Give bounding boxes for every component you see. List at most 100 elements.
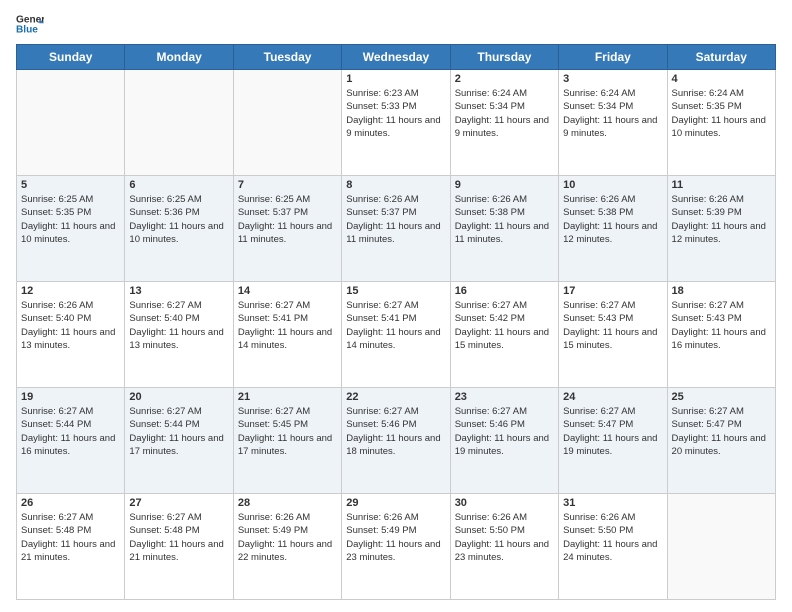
calendar-cell (233, 70, 341, 176)
day-info: Sunrise: 6:27 AMSunset: 5:48 PMDaylight:… (129, 511, 228, 564)
day-number: 17 (563, 285, 662, 297)
day-number: 6 (129, 179, 228, 191)
calendar-cell (667, 494, 775, 600)
day-info: Sunrise: 6:27 AMSunset: 5:46 PMDaylight:… (455, 405, 554, 458)
day-number: 20 (129, 391, 228, 403)
day-number: 10 (563, 179, 662, 191)
day-info: Sunrise: 6:26 AMSunset: 5:37 PMDaylight:… (346, 193, 445, 246)
day-info: Sunrise: 6:27 AMSunset: 5:43 PMDaylight:… (672, 299, 771, 352)
day-number: 31 (563, 497, 662, 509)
calendar-cell: 19Sunrise: 6:27 AMSunset: 5:44 PMDayligh… (17, 388, 125, 494)
day-info: Sunrise: 6:27 AMSunset: 5:43 PMDaylight:… (563, 299, 662, 352)
day-info: Sunrise: 6:27 AMSunset: 5:41 PMDaylight:… (238, 299, 337, 352)
day-info: Sunrise: 6:27 AMSunset: 5:45 PMDaylight:… (238, 405, 337, 458)
calendar-cell: 8 Sunrise: 6:26 AMSunset: 5:37 PMDaylight… (342, 176, 450, 282)
day-info: Sunrise: 6:26 AMSunset: 5:50 PMDaylight:… (455, 511, 554, 564)
day-info: Sunrise: 6:25 AMSunset: 5:35 PMDaylight:… (21, 193, 120, 246)
weekday-header-friday: Friday (559, 45, 667, 70)
day-info: Sunrise: 6:27 AMSunset: 5:41 PMDaylight:… (346, 299, 445, 352)
calendar-cell: 27 Sunrise: 6:27 AMSunset: 5:48 PMDayligh… (125, 494, 233, 600)
weekday-header-thursday: Thursday (450, 45, 558, 70)
page: General Blue SundayMondayTuesdayWednesda… (0, 0, 792, 612)
day-number: 1 (346, 73, 445, 85)
logo-icon: General Blue (16, 12, 44, 36)
day-number: 7 (238, 179, 337, 191)
calendar-cell: 12 Sunrise: 6:26 AMSunset: 5:40 PMDayligh… (17, 282, 125, 388)
day-info: Sunrise: 6:25 AMSunset: 5:36 PMDaylight:… (129, 193, 228, 246)
logo: General Blue (16, 12, 46, 36)
calendar-cell: 7 Sunrise: 6:25 AMSunset: 5:37 PMDaylight… (233, 176, 341, 282)
day-number: 15 (346, 285, 445, 297)
calendar-cell: 25 Sunrise: 6:27 AMSunset: 5:47 PMDayligh… (667, 388, 775, 494)
day-number: 12 (21, 285, 120, 297)
day-info: Sunrise: 6:27 AMSunset: 5:40 PMDaylight:… (129, 299, 228, 352)
day-number: 4 (672, 73, 771, 85)
day-info: Sunrise: 6:25 AMSunset: 5:37 PMDaylight:… (238, 193, 337, 246)
day-info: Sunrise: 6:27 AMSunset: 5:47 PMDaylight:… (563, 405, 662, 458)
calendar-week-5: 26 Sunrise: 6:27 AMSunset: 5:48 PMDayligh… (17, 494, 776, 600)
day-number: 16 (455, 285, 554, 297)
calendar-cell: 4 Sunrise: 6:24 AMSunset: 5:35 PMDaylight… (667, 70, 775, 176)
calendar-cell: 1 Sunrise: 6:23 AMSunset: 5:33 PMDaylight… (342, 70, 450, 176)
calendar-cell: 31 Sunrise: 6:26 AMSunset: 5:50 PMDayligh… (559, 494, 667, 600)
day-number: 9 (455, 179, 554, 191)
day-info: Sunrise: 6:27 AMSunset: 5:47 PMDaylight:… (672, 405, 771, 458)
day-number: 5 (21, 179, 120, 191)
weekday-header-sunday: Sunday (17, 45, 125, 70)
calendar-cell: 28 Sunrise: 6:26 AMSunset: 5:49 PMDayligh… (233, 494, 341, 600)
day-info: Sunrise: 6:27 AMSunset: 5:44 PMDaylight:… (129, 405, 228, 458)
day-number: 23 (455, 391, 554, 403)
weekday-header-row: SundayMondayTuesdayWednesdayThursdayFrid… (17, 45, 776, 70)
calendar-cell: 22Sunrise: 6:27 AMSunset: 5:46 PMDayligh… (342, 388, 450, 494)
day-number: 28 (238, 497, 337, 509)
calendar-cell: 9Sunrise: 6:26 AMSunset: 5:38 PMDaylight… (450, 176, 558, 282)
calendar-cell: 15 Sunrise: 6:27 AMSunset: 5:41 PMDayligh… (342, 282, 450, 388)
day-info: Sunrise: 6:24 AMSunset: 5:35 PMDaylight:… (672, 87, 771, 140)
weekday-header-saturday: Saturday (667, 45, 775, 70)
day-number: 18 (672, 285, 771, 297)
day-number: 11 (672, 179, 771, 191)
calendar-cell: 24 Sunrise: 6:27 AMSunset: 5:47 PMDayligh… (559, 388, 667, 494)
calendar-cell: 5 Sunrise: 6:25 AMSunset: 5:35 PMDaylight… (17, 176, 125, 282)
calendar-cell: 20 Sunrise: 6:27 AMSunset: 5:44 PMDayligh… (125, 388, 233, 494)
calendar-cell (17, 70, 125, 176)
day-info: Sunrise: 6:26 AMSunset: 5:40 PMDaylight:… (21, 299, 120, 352)
day-number: 24 (563, 391, 662, 403)
day-number: 3 (563, 73, 662, 85)
header: General Blue (16, 12, 776, 36)
day-number: 13 (129, 285, 228, 297)
calendar-week-4: 19 Sunrise: 6:27 AMSunset: 5:44 PMDayligh… (17, 388, 776, 494)
day-number: 27 (129, 497, 228, 509)
calendar-week-2: 5 Sunrise: 6:25 AMSunset: 5:35 PMDaylight… (17, 176, 776, 282)
day-info: Sunrise: 6:26 AMSunset: 5:50 PMDaylight:… (563, 511, 662, 564)
day-info: Sunrise: 6:26 AMSunset: 5:49 PMDaylight:… (346, 511, 445, 564)
calendar-cell: 29 Sunrise: 6:26 AMSunset: 5:49 PMDayligh… (342, 494, 450, 600)
calendar: SundayMondayTuesdayWednesdayThursdayFrid… (16, 44, 776, 600)
calendar-cell: 21 Sunrise: 6:27 AMSunset: 5:45 PMDayligh… (233, 388, 341, 494)
day-number: 8 (346, 179, 445, 191)
day-info: Sunrise: 6:23 AMSunset: 5:33 PMDaylight:… (346, 87, 445, 140)
calendar-cell: 18 Sunrise: 6:27 AMSunset: 5:43 PMDayligh… (667, 282, 775, 388)
day-number: 29 (346, 497, 445, 509)
day-number: 14 (238, 285, 337, 297)
calendar-cell: 13 Sunrise: 6:27 AMSunset: 5:40 PMDayligh… (125, 282, 233, 388)
day-number: 21 (238, 391, 337, 403)
weekday-header-monday: Monday (125, 45, 233, 70)
calendar-cell: 10 Sunrise: 6:26 AMSunset: 5:38 PMDayligh… (559, 176, 667, 282)
calendar-week-3: 12 Sunrise: 6:26 AMSunset: 5:40 PMDayligh… (17, 282, 776, 388)
day-info: Sunrise: 6:26 AMSunset: 5:39 PMDaylight:… (672, 193, 771, 246)
day-number: 26 (21, 497, 120, 509)
calendar-cell: 2 Sunrise: 6:24 AMSunset: 5:34 PMDaylight… (450, 70, 558, 176)
svg-text:Blue: Blue (16, 25, 38, 36)
calendar-cell: 26Sunrise: 6:27 AMSunset: 5:48 PMDayligh… (17, 494, 125, 600)
calendar-cell: 14 Sunrise: 6:27 AMSunset: 5:41 PMDayligh… (233, 282, 341, 388)
weekday-header-wednesday: Wednesday (342, 45, 450, 70)
day-info: Sunrise: 6:26 AMSunset: 5:49 PMDaylight:… (238, 511, 337, 564)
day-info: Sunrise: 6:24 AMSunset: 5:34 PMDaylight:… (455, 87, 554, 140)
day-number: 2 (455, 73, 554, 85)
day-number: 19 (21, 391, 120, 403)
day-info: Sunrise: 6:26 AMSunset: 5:38 PMDaylight:… (563, 193, 662, 246)
day-info: Sunrise: 6:27 AMSunset: 5:42 PMDaylight:… (455, 299, 554, 352)
calendar-cell: 3Sunrise: 6:24 AMSunset: 5:34 PMDaylight… (559, 70, 667, 176)
day-number: 25 (672, 391, 771, 403)
